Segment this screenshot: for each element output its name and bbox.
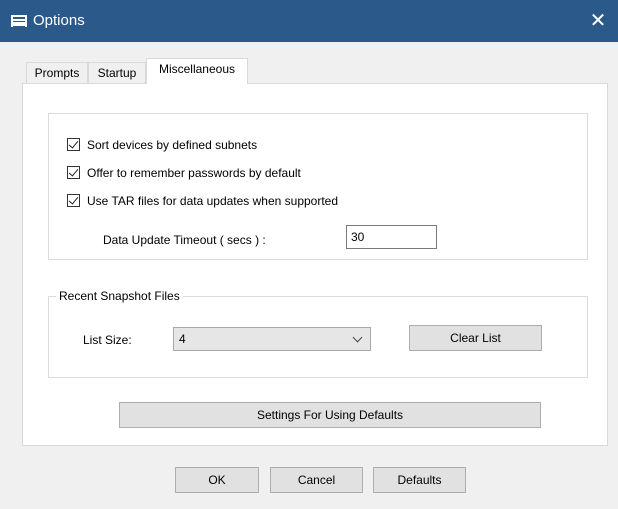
check-icon xyxy=(68,166,79,177)
cancel-label: Cancel xyxy=(297,473,336,487)
title-bar: Options ✕ xyxy=(0,0,618,42)
clear-list-label: Clear List xyxy=(450,331,501,345)
tab-miscellaneous-label: Miscellaneous xyxy=(158,62,236,76)
tab-prompts-label: Prompts xyxy=(34,66,80,80)
sort-devices-label: Sort devices by defined subnets xyxy=(87,138,258,152)
check-icon xyxy=(68,194,79,205)
close-icon: ✕ xyxy=(589,10,607,32)
tab-prompts[interactable]: Prompts xyxy=(26,62,88,84)
ok-label: OK xyxy=(208,473,226,487)
general-options-group: Sort devices by defined subnets Offer to… xyxy=(48,113,588,260)
timeout-value: 30 xyxy=(351,230,365,244)
list-size-dropdown[interactable]: 4 xyxy=(173,327,371,351)
remember-passwords-checkbox[interactable] xyxy=(67,166,80,179)
miscellaneous-panel: Sort devices by defined subnets Offer to… xyxy=(22,83,608,446)
sort-devices-checkbox[interactable] xyxy=(67,138,80,151)
remember-passwords-option[interactable]: Offer to remember passwords by default xyxy=(67,164,367,182)
cancel-button[interactable]: Cancel xyxy=(270,467,363,493)
settings-defaults-label: Settings For Using Defaults xyxy=(256,408,404,422)
tar-files-option[interactable]: Use TAR files for data updates when supp… xyxy=(67,192,397,210)
recent-snapshot-group: Recent Snapshot Files List Size: 4 Clear… xyxy=(48,289,588,378)
options-dialog: Options ✕ Prompts Startup Miscellaneous … xyxy=(0,0,618,509)
defaults-label: Defaults xyxy=(397,473,442,487)
ok-button[interactable]: OK xyxy=(175,467,259,493)
close-button[interactable]: ✕ xyxy=(578,0,618,42)
timeout-label: Data Update Timeout ( secs ) : xyxy=(103,233,266,247)
options-window-icon xyxy=(11,15,27,27)
tar-files-checkbox[interactable] xyxy=(67,194,80,207)
clear-list-button[interactable]: Clear List xyxy=(409,325,542,351)
tab-miscellaneous[interactable]: Miscellaneous xyxy=(146,58,248,84)
list-size-label: List Size: xyxy=(83,333,132,347)
tab-startup[interactable]: Startup xyxy=(88,62,146,84)
chevron-down-icon xyxy=(352,332,363,343)
check-icon xyxy=(68,138,79,149)
timeout-input[interactable]: 30 xyxy=(346,225,437,249)
tab-startup-label: Startup xyxy=(97,66,137,80)
remember-passwords-label: Offer to remember passwords by default xyxy=(87,166,301,180)
sort-devices-option[interactable]: Sort devices by defined subnets xyxy=(67,136,347,154)
settings-for-using-defaults-button[interactable]: Settings For Using Defaults xyxy=(119,402,541,428)
defaults-button[interactable]: Defaults xyxy=(373,467,466,493)
recent-snapshot-group-title: Recent Snapshot Files xyxy=(56,289,183,303)
window-title: Options xyxy=(33,12,85,29)
list-size-value: 4 xyxy=(179,332,186,346)
tar-files-label: Use TAR files for data updates when supp… xyxy=(87,194,339,208)
